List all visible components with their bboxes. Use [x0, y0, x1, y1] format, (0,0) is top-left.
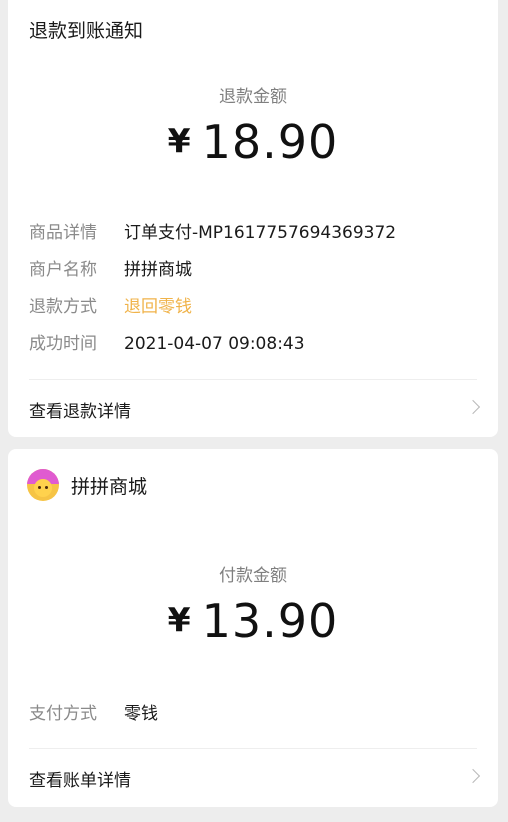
divider — [29, 379, 477, 380]
merchant-name: 拼拼商城 — [71, 476, 148, 498]
detail-key: 退款方式 — [29, 297, 97, 317]
refund-amount: ¥18.90 — [8, 115, 498, 169]
detail-row-payment-method: 支付方式 零钱 — [29, 699, 158, 724]
merchant-avatar-icon — [27, 469, 59, 501]
payment-amount-label: 付款金额 — [219, 566, 287, 586]
divider — [29, 748, 477, 749]
detail-value: 2021-04-07 09:08:43 — [124, 334, 305, 354]
refund-amount-value: 18.90 — [201, 115, 339, 169]
detail-row-merchant: 商户名称 拼拼商城 — [29, 255, 192, 280]
chevron-right-icon — [465, 399, 481, 415]
payment-amount: ¥13.90 — [8, 594, 498, 648]
view-bill-details-link[interactable]: 查看账单详情 — [8, 750, 498, 806]
refund-notification-card: 退款到账通知 退款金额 ¥18.90 商品详情 订单支付-MP1617757694… — [8, 0, 498, 437]
detail-value: 零钱 — [124, 704, 158, 724]
view-bill-details-label: 查看账单详情 — [29, 771, 131, 791]
detail-row-success-time: 成功时间 2021-04-07 09:08:43 — [29, 329, 305, 354]
payment-card: 拼拼商城 付款金额 ¥13.90 支付方式 零钱 查看账单详情 — [8, 449, 498, 807]
refund-amount-label: 退款金额 — [219, 87, 287, 107]
currency-symbol: ¥ — [167, 600, 192, 639]
detail-key: 商品详情 — [29, 223, 97, 243]
detail-key: 支付方式 — [29, 704, 97, 724]
detail-row-product: 商品详情 订单支付-MP1617757694369372 — [29, 218, 396, 243]
detail-value: 拼拼商城 — [124, 260, 192, 280]
chevron-right-icon — [465, 768, 481, 784]
detail-value-highlight: 退回零钱 — [124, 297, 192, 317]
detail-value: 订单支付-MP1617757694369372 — [124, 223, 397, 243]
detail-row-refund-method: 退款方式 退回零钱 — [29, 292, 192, 317]
refund-title: 退款到账通知 — [29, 20, 144, 42]
currency-symbol: ¥ — [167, 121, 192, 160]
view-refund-details-label: 查看退款详情 — [29, 402, 131, 422]
payment-amount-value: 13.90 — [201, 594, 339, 648]
detail-key: 商户名称 — [29, 260, 97, 280]
detail-key: 成功时间 — [29, 334, 97, 354]
view-refund-details-link[interactable]: 查看退款详情 — [8, 381, 498, 437]
